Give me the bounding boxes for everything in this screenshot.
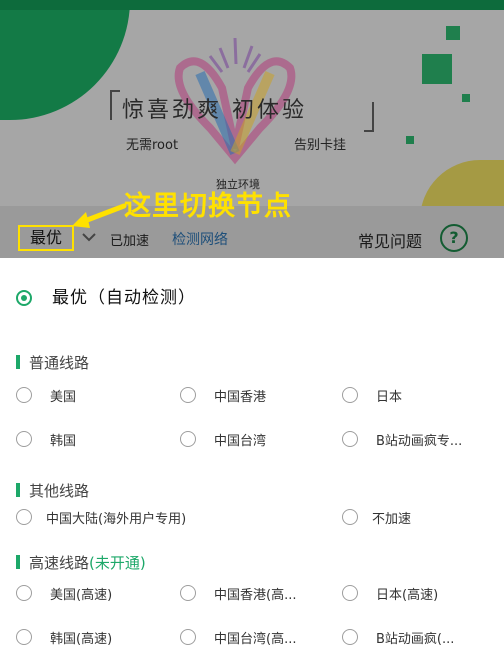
banner-tag-no-lag: 告别卡挂 [294, 138, 347, 153]
status-bar [0, 0, 504, 10]
node-option-label: 韩国 [50, 434, 77, 449]
decor-square [422, 54, 452, 84]
node-option-label: 美国(高速) [50, 588, 113, 603]
accelerated-status: 已加速 [110, 234, 150, 249]
radio-icon[interactable] [16, 585, 32, 601]
node-option-label: 不加速 [372, 512, 412, 527]
help-circle-icon[interactable]: ? [440, 224, 468, 252]
decor-square [406, 136, 414, 144]
section-title-normal: 普通线路 [16, 352, 89, 373]
node-option-label: 韩国(高速) [50, 632, 113, 647]
node-option-label: 中国香港(高... [214, 588, 297, 603]
banner-headline: 惊喜劲爽 初体验 [122, 98, 307, 123]
headline-bracket-left [110, 90, 120, 120]
node-option-label: 美国 [50, 390, 77, 405]
node-option-label: B站动画疯专... [376, 434, 463, 449]
section-status-not-activated: (未开通) [89, 554, 146, 572]
detect-network-link[interactable]: 检测网络 [172, 229, 228, 249]
promo-banner[interactable]: 惊喜劲爽 初体验 无需root 告别卡挂 独立环境 [0, 10, 504, 206]
radio-icon[interactable] [342, 509, 358, 525]
radio-selected-icon[interactable] [16, 290, 32, 306]
node-option-label: 中国大陆(海外用户专用) [46, 512, 187, 527]
radio-icon[interactable] [342, 387, 358, 403]
radio-icon[interactable] [180, 585, 196, 601]
radio-icon[interactable] [342, 431, 358, 447]
section-title-high-speed: 高速线路(未开通) [16, 552, 146, 573]
radio-icon[interactable] [16, 509, 32, 525]
node-selector-bar: 最优 已加速 检测网络 常见问题 ? [8, 222, 496, 256]
radio-icon[interactable] [16, 387, 32, 403]
chevron-down-icon[interactable] [80, 228, 98, 246]
radio-icon[interactable] [180, 387, 196, 403]
section-title-text: 其他线路 [29, 482, 90, 500]
node-option-label: 日本(高速) [376, 588, 439, 603]
node-option-label: 日本 [376, 390, 403, 405]
radio-icon[interactable] [342, 629, 358, 645]
banner-tag-no-root: 无需root [126, 138, 179, 153]
decor-square [462, 94, 470, 102]
annotation-text: 这里切换节点 [124, 191, 292, 222]
section-title-text: 高速线路 [29, 554, 90, 572]
node-option-label: 中国台湾 [214, 434, 267, 449]
current-node-selector[interactable]: 最优 [18, 225, 74, 251]
decor-square [446, 26, 460, 40]
section-accent-bar [16, 355, 20, 369]
node-option-label: 中国台湾(高... [214, 632, 297, 647]
app-header-dimmed: 惊喜劲爽 初体验 无需root 告别卡挂 独立环境 这里切换节点 最优 已加速 … [0, 0, 504, 258]
auto-detect-label: 最优（自动检测） [52, 288, 196, 308]
section-title-other: 其他线路 [16, 480, 89, 501]
radio-icon[interactable] [180, 629, 196, 645]
section-accent-bar [16, 555, 20, 569]
radio-icon[interactable] [180, 431, 196, 447]
faq-link[interactable]: 常见问题 [358, 228, 422, 252]
node-option-label: 中国香港 [214, 390, 267, 405]
section-accent-bar [16, 483, 20, 497]
node-selection-sheet: 最优（自动检测） 普通线路 美国 中国香港 日本 韩国 中国台湾 B站动画疯专.… [0, 258, 504, 672]
radio-icon[interactable] [16, 629, 32, 645]
decor-yellow-shape [420, 160, 504, 206]
radio-icon[interactable] [16, 431, 32, 447]
node-option-label: B站动画疯(... [376, 632, 455, 647]
section-title-text: 普通线路 [29, 354, 90, 372]
radio-icon[interactable] [342, 585, 358, 601]
